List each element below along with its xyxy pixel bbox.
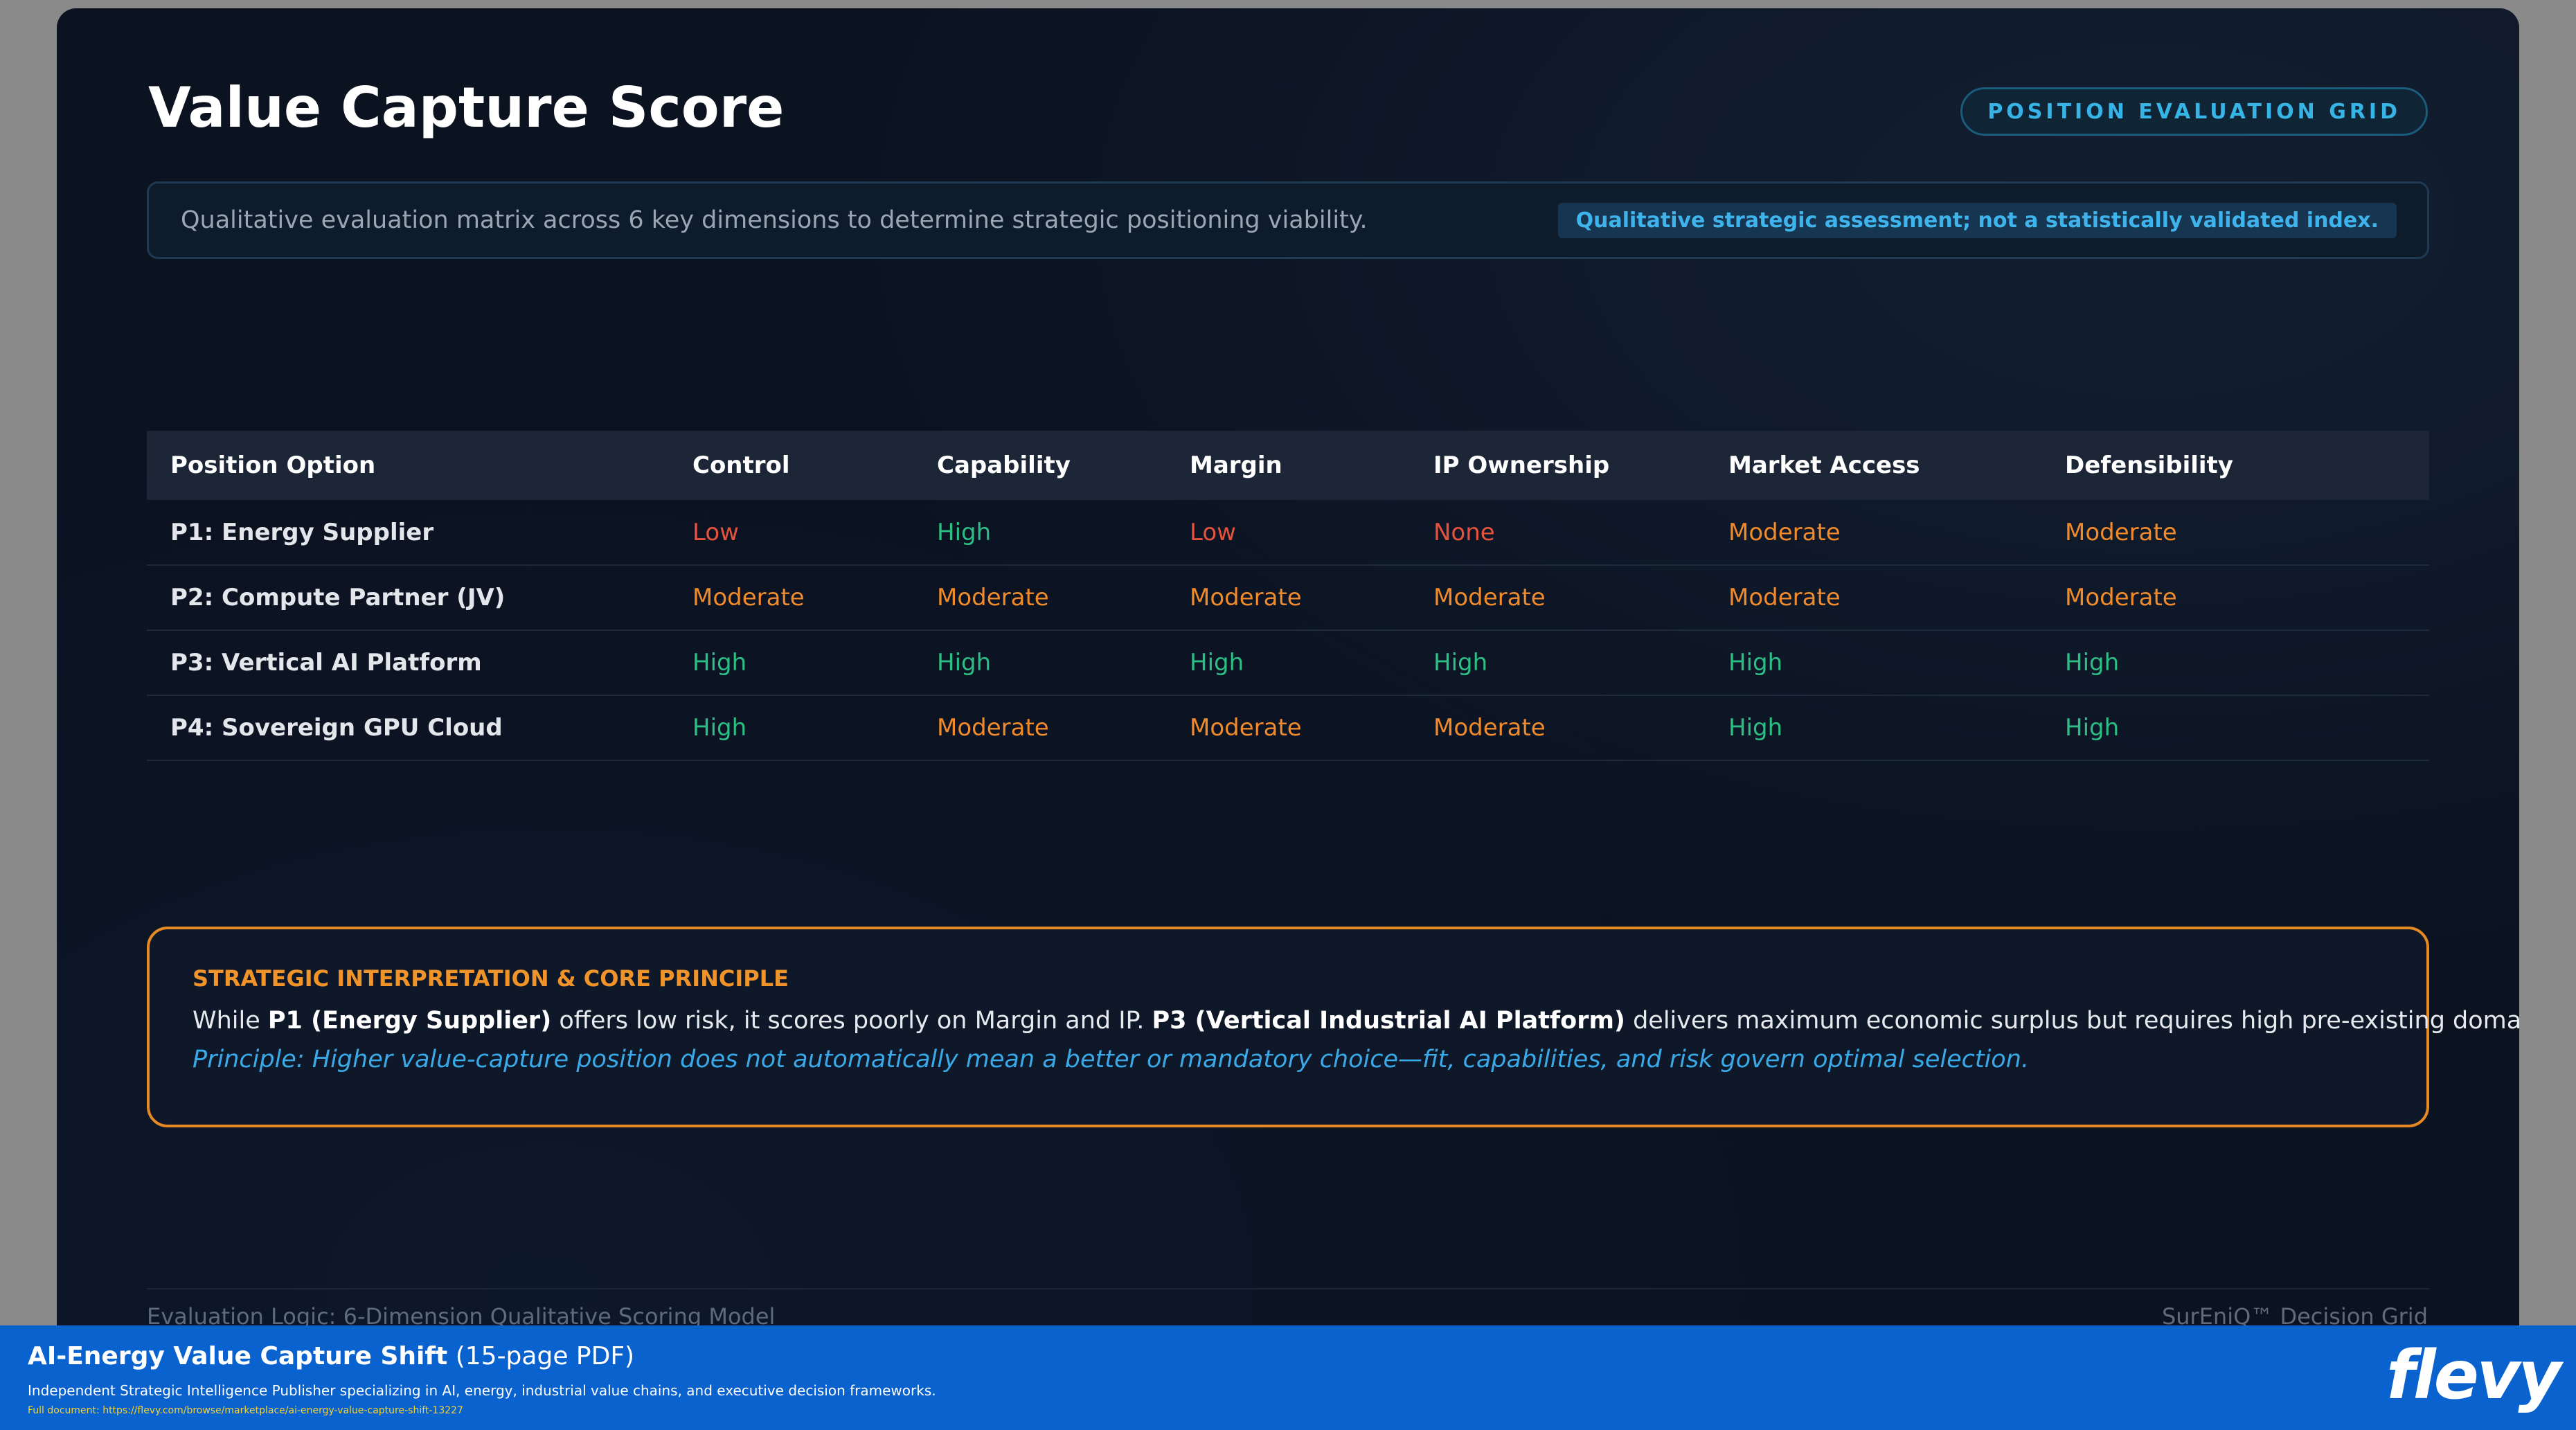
banner-title: AI-Energy Value Capture Shift (15-page P… xyxy=(28,1342,634,1370)
page-title: Value Capture Score xyxy=(148,75,785,140)
column-header: Control xyxy=(669,431,913,500)
p3-highlight: P3 (Vertical Industrial AI Platform) xyxy=(1152,1007,1625,1035)
column-header: IP Ownership xyxy=(1410,431,1705,500)
score-cell: Moderate xyxy=(1166,565,1410,631)
score-cell: Moderate xyxy=(913,565,1166,631)
document-title[interactable]: AI-Energy Value Capture Shift xyxy=(28,1342,447,1370)
score-cell: High xyxy=(669,695,913,761)
disclaimer-badge: Qualitative strategic assessment; not a … xyxy=(1557,202,2397,238)
score-cell: High xyxy=(2041,695,2429,761)
column-header: Market Access xyxy=(1705,431,2041,500)
banner-description: Independent Strategic Intelligence Publi… xyxy=(28,1382,936,1399)
position-option-cell: P3: Vertical AI Platform xyxy=(147,630,669,696)
strategic-interpretation-box: STRATEGIC INTERPRETATION & CORE PRINCIPL… xyxy=(147,927,2519,1127)
score-cell: Moderate xyxy=(1410,565,1705,631)
p1-highlight: P1 (Energy Supplier) xyxy=(267,1007,552,1035)
core-principle: Principle: Higher value-capture position… xyxy=(193,1045,2030,1073)
table-row: P3: Vertical AI Platform High High High … xyxy=(147,630,2429,696)
score-cell: None xyxy=(1410,500,1705,566)
slide: Value Capture Score POSITION EVALUATION … xyxy=(57,8,2519,1430)
score-cell: High xyxy=(913,500,1166,566)
interpretation-text: delivers maximum economic surplus but re… xyxy=(1633,1007,2519,1035)
score-cell: High xyxy=(1410,630,1705,696)
score-cell: High xyxy=(1705,695,2041,761)
column-header: Defensibility xyxy=(2041,431,2429,500)
table-row: P4: Sovereign GPU Cloud High Moderate Mo… xyxy=(147,695,2429,761)
score-cell: High xyxy=(1166,630,1410,696)
score-cell: Moderate xyxy=(1410,695,1705,761)
score-cell: Moderate xyxy=(2041,565,2429,631)
score-cell: High xyxy=(669,630,913,696)
score-cell: Low xyxy=(1166,500,1410,566)
score-cell: High xyxy=(2041,630,2429,696)
position-evaluation-grid-badge: POSITION EVALUATION GRID xyxy=(1960,87,2428,136)
column-header: Position Option xyxy=(147,431,669,500)
position-option-cell: P4: Sovereign GPU Cloud xyxy=(147,695,669,761)
column-header: Capability xyxy=(913,431,1166,500)
footer-divider xyxy=(147,1288,2429,1289)
score-cell: Moderate xyxy=(1705,565,2041,631)
document-link[interactable]: Full document: https://flevy.com/browse/… xyxy=(28,1405,463,1416)
table-row: P2: Compute Partner (JV) Moderate Modera… xyxy=(147,565,2429,631)
interpretation-heading: STRATEGIC INTERPRETATION & CORE PRINCIPL… xyxy=(193,965,789,992)
flevy-logo[interactable]: flevy xyxy=(2386,1339,2561,1413)
score-cell: Moderate xyxy=(1705,500,2041,566)
column-header: Margin xyxy=(1166,431,1410,500)
subtitle-text: Qualitative evaluation matrix across 6 k… xyxy=(181,206,1368,234)
page-count: (15-page PDF) xyxy=(447,1342,635,1370)
score-cell: Moderate xyxy=(913,695,1166,761)
table-row: P1: Energy Supplier Low High Low None Mo… xyxy=(147,500,2429,566)
interpretation-body: While P1 (Energy Supplier) offers low ri… xyxy=(193,1003,2519,1039)
interpretation-text: While xyxy=(193,1007,268,1035)
interpretation-text: offers low risk, it scores poorly on Mar… xyxy=(551,1007,1152,1035)
score-cell: High xyxy=(1705,630,2041,696)
table-header-row: Position Option Control Capability Margi… xyxy=(147,431,2429,500)
value-capture-table: Position Option Control Capability Margi… xyxy=(147,431,2429,761)
score-cell: High xyxy=(913,630,1166,696)
score-cell: Low xyxy=(669,500,913,566)
score-cell: Moderate xyxy=(669,565,913,631)
document-banner: AI-Energy Value Capture Shift (15-page P… xyxy=(0,1325,2576,1430)
score-cell: Moderate xyxy=(2041,500,2429,566)
subtitle-bar: Qualitative evaluation matrix across 6 k… xyxy=(147,181,2429,259)
score-cell: Moderate xyxy=(1166,695,1410,761)
position-option-cell: P2: Compute Partner (JV) xyxy=(147,565,669,631)
position-option-cell: P1: Energy Supplier xyxy=(147,500,669,566)
